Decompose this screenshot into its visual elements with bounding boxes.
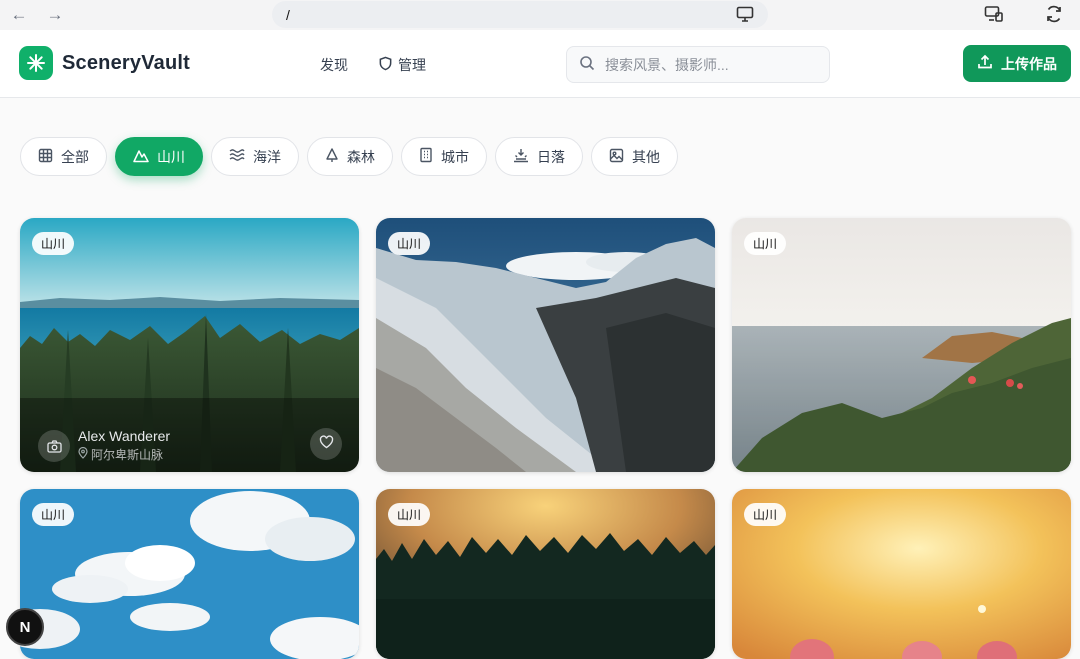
nav-discover[interactable]: 发现	[320, 55, 348, 75]
category-chip-ocean[interactable]: 海洋	[211, 137, 299, 176]
app-header: SceneryVault 发现 管理 搜索风景、摄影师... 上传作品	[0, 30, 1080, 98]
url-text: /	[286, 6, 290, 23]
back-arrow-icon[interactable]: ←	[6, 2, 32, 28]
photo-location: 阿尔卑斯山脉	[78, 446, 170, 463]
refresh-icon[interactable]	[1044, 4, 1064, 29]
category-chip-city[interactable]: 城市	[401, 137, 487, 176]
category-chip-sunset[interactable]: 日落	[495, 137, 583, 176]
main-nav: 发现 管理	[320, 55, 426, 75]
tree-icon	[325, 147, 339, 166]
logo-sparkle-icon	[19, 46, 53, 80]
shield-icon	[378, 56, 393, 74]
cast-icon[interactable]	[736, 6, 754, 25]
upload-button[interactable]: 上传作品	[963, 45, 1071, 82]
category-label: 城市	[441, 148, 469, 165]
photo-rocky-coast	[732, 218, 1071, 472]
upload-icon	[977, 54, 993, 73]
nav-discover-label: 发现	[320, 57, 348, 73]
building-icon	[419, 147, 433, 166]
category-chip-mountains[interactable]: 山川	[115, 137, 203, 176]
category-label: 其他	[632, 148, 660, 165]
category-tag: 山川	[32, 232, 75, 255]
app-name: SceneryVault	[62, 51, 191, 74]
category-label: 海洋	[253, 148, 281, 165]
category-tag: 山川	[388, 503, 431, 526]
category-filter: 全部 山川 海洋 森林 城市 日落 其他	[20, 137, 678, 176]
devices-icon[interactable]	[984, 5, 1004, 28]
map-pin-icon	[78, 446, 88, 462]
location-text: 阿尔卑斯山脉	[91, 448, 164, 462]
category-label: 全部	[61, 148, 89, 165]
like-button[interactable]	[310, 428, 342, 460]
waves-icon	[229, 148, 245, 165]
photo-card[interactable]: 山川	[732, 489, 1071, 659]
category-label: 日落	[537, 148, 565, 165]
photo-card[interactable]: 山川 Alex Wanderer 阿尔卑斯山脉	[20, 218, 359, 472]
photo-card[interactable]: 山川	[376, 218, 715, 472]
photo-card[interactable]: 山川	[376, 489, 715, 659]
category-tag: 山川	[32, 503, 75, 526]
dev-tools-badge[interactable]: N	[6, 608, 44, 646]
image-icon	[609, 148, 624, 166]
search-icon	[579, 55, 595, 74]
category-chip-forest[interactable]: 森林	[307, 137, 393, 176]
photo-forest-coast	[20, 218, 359, 472]
search-input[interactable]: 搜索风景、摄影师...	[566, 46, 830, 83]
mountain-icon	[133, 148, 149, 166]
upload-label: 上传作品	[1001, 55, 1057, 72]
forward-arrow-icon[interactable]: →	[42, 2, 68, 28]
category-tag: 山川	[388, 232, 431, 255]
category-label: 森林	[347, 148, 375, 165]
photographer-info: Alex Wanderer 阿尔卑斯山脉	[78, 428, 170, 463]
grid-icon	[38, 148, 53, 166]
search-placeholder: 搜索风景、摄影师...	[605, 56, 729, 73]
heart-icon	[319, 434, 334, 454]
photo-card[interactable]: 山川	[732, 218, 1071, 472]
category-chip-all[interactable]: 全部	[20, 137, 107, 176]
category-chip-other[interactable]: 其他	[591, 137, 678, 176]
photo-card[interactable]: 山川	[20, 489, 359, 659]
sunset-icon	[513, 148, 529, 166]
logo[interactable]: SceneryVault	[19, 46, 190, 80]
photo-snow-mountains	[376, 218, 715, 472]
category-tag: 山川	[744, 503, 787, 526]
browser-toolbar: ← → /	[0, 0, 1080, 30]
category-label: 山川	[157, 148, 185, 165]
camera-icon	[38, 430, 70, 462]
category-tag: 山川	[744, 232, 787, 255]
address-bar[interactable]: /	[272, 1, 768, 28]
nav-manage-label: 管理	[398, 57, 426, 73]
nav-manage[interactable]: 管理	[378, 55, 426, 75]
photographer-name: Alex Wanderer	[78, 428, 171, 444]
